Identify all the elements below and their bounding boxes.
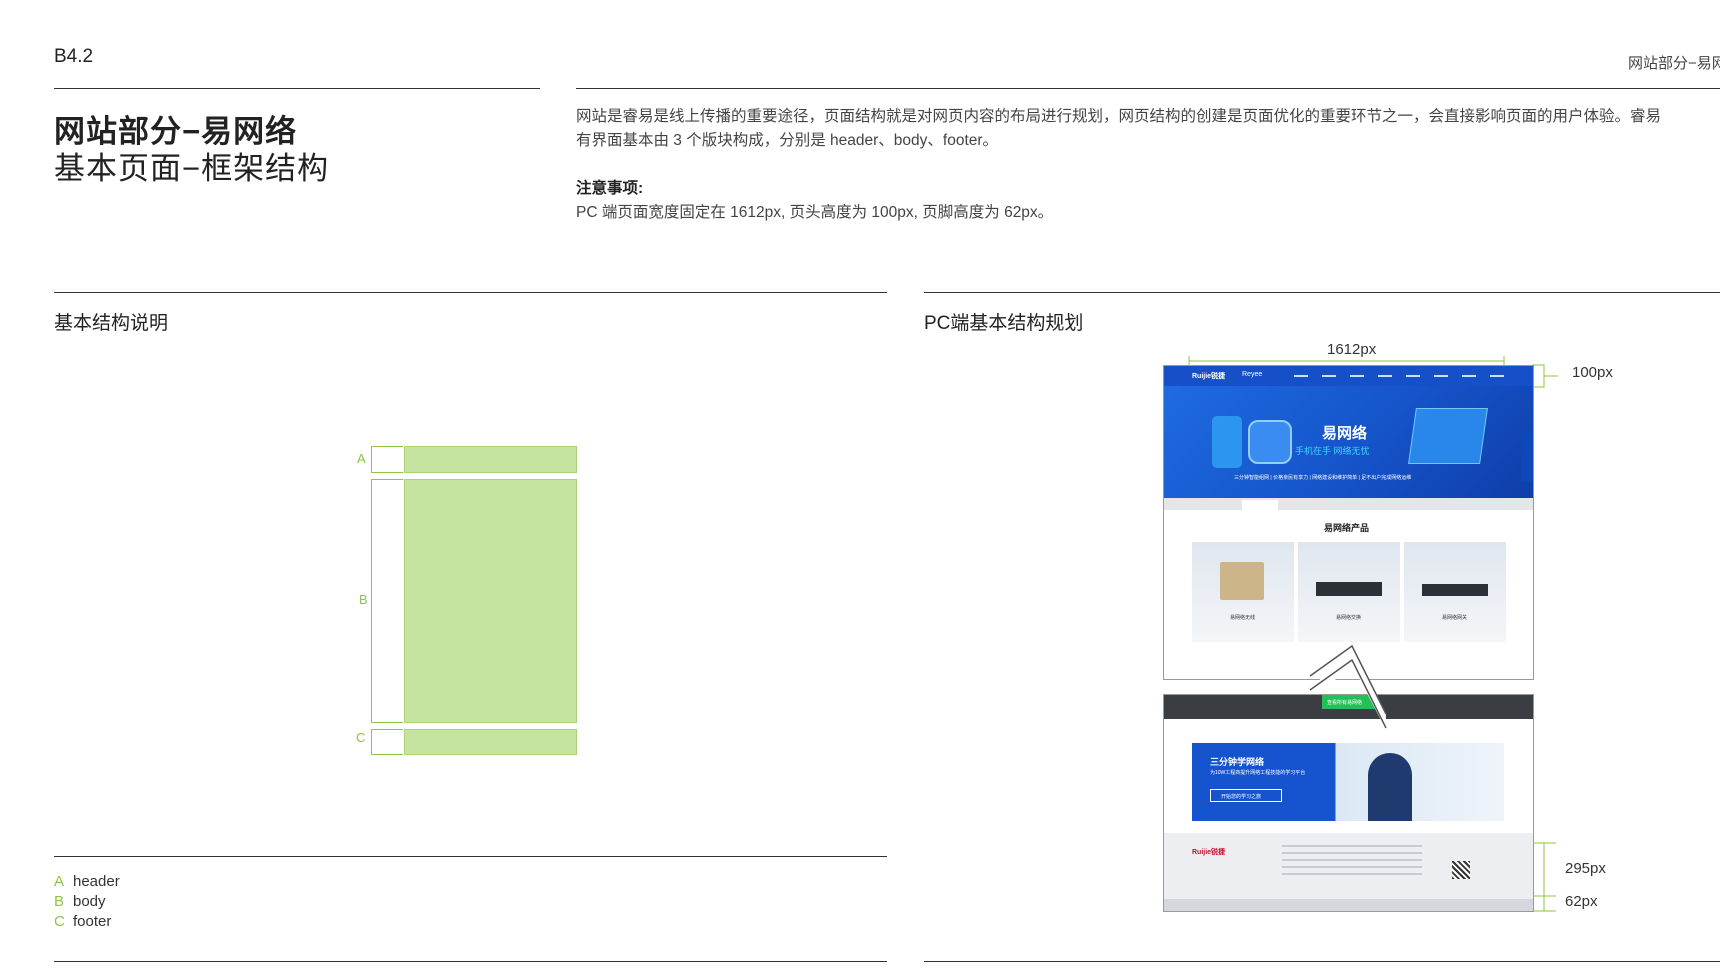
mock-course-button-label: 开始您的学习之旅 [1221,794,1262,800]
mock-hero-features: 三分钟智能组网 | 价格亲民有享力 | 网络建设和维护简单 | 足不出户完成网络… [1234,475,1412,481]
right-section-rule [924,292,1720,293]
legend-item-a: Aheader [54,873,120,890]
note-label: 注意事项: [576,180,644,197]
intro-line-1: 网站是睿易是线上传播的重要途径，页面结构就是对网页内容的布局进行规划，网页结构的… [576,108,1662,125]
product-name-1: 易网络无线 [1230,615,1256,621]
mock-brand: Ruijie锐捷 [1192,373,1226,380]
mock-header-bar: Ruijie锐捷 Reyee [1164,366,1533,386]
header-height-label: 100px [1572,364,1613,381]
right-section-title: PC端基本结构规划 [924,313,1084,334]
product-image-3 [1422,584,1488,596]
bracket-a [371,446,403,473]
intro-line-2: 有界面基本由 3 个版块构成，分别是 header、body、footer。 [576,132,999,149]
product-card-3: 易网络网关 [1404,542,1506,642]
legend-key: A [54,873,65,890]
laptop-shape [1408,408,1488,464]
product-card-2: 易网络交换 [1298,542,1400,642]
product-image-1 [1220,562,1264,600]
mock-footer-bottom-bar [1164,899,1533,911]
bottom-right-rule [924,961,1720,962]
legend-key: B [54,893,65,910]
mock-brand2: Reyee [1242,371,1263,378]
mock-hero-sub: 手机在手 网络无忧 [1295,446,1370,456]
mock-tab-bar [1164,498,1533,510]
header-block [404,446,577,473]
section-label: 网站部分−易网络 [1628,55,1720,72]
legend-text: footer [73,913,112,930]
mock-nav [1294,375,1504,377]
person-figure [1368,753,1412,821]
mock-course-banner: 三分钟学网络 为10W工程商提升网络工程技能的学习平台 开始您的学习之旅 [1192,743,1504,821]
product-name-2: 易网络交换 [1336,615,1362,621]
qr-code-icon [1452,861,1470,879]
bracket-b [371,479,403,723]
app-icon-shape [1248,420,1292,464]
label-c: C [356,730,366,745]
footer-block [404,729,577,755]
product-name-3: 易网络网关 [1442,615,1468,621]
label-b: B [359,592,368,607]
mock-page-top: Ruijie锐捷 Reyee 易网络 手机在手 网络无忧 三分钟智能组网 | 价… [1163,365,1534,680]
footer-block-label: 295px [1565,860,1606,877]
body-block [404,479,577,723]
legend-text: header [73,873,120,890]
label-a: A [357,451,366,466]
product-image-2 [1316,582,1382,596]
left-section-rule [54,292,887,293]
side-toolbar [1521,428,1533,482]
header-height-bracket [1532,364,1558,388]
mock-footer-brand: Ruijie锐捷 [1192,849,1226,856]
legend-rule [54,856,887,857]
legend-item-b: Bbody [54,893,106,910]
phone-shape [1212,416,1242,468]
mock-footer: Ruijie锐捷 [1164,833,1533,911]
legend-key: C [54,913,65,930]
top-left-rule [54,88,540,89]
note-text: PC 端页面宽度固定在 1612px, 页头高度为 100px, 页脚高度为 6… [576,204,1054,221]
mock-course-sub: 为10W工程商提升网络工程技能的学习平台 [1210,770,1306,776]
footer-height-label: 62px [1565,893,1598,910]
page-subtitle: 基本页面−框架结构 [54,151,330,186]
mock-footer-links [1282,845,1422,875]
mock-course-title: 三分钟学网络 [1210,757,1265,767]
product-card-1: 易网络无线 [1192,542,1294,642]
bracket-c [371,729,403,755]
mock-product-title: 易网络产品 [1324,523,1370,533]
page-code: B4.2 [54,46,94,67]
page-break-zigzag [1309,644,1387,730]
mock-active-tab [1242,500,1278,510]
mock-hero-title: 易网络 [1322,425,1368,442]
mock-hero: 易网络 手机在手 网络无忧 三分钟智能组网 | 价格亲民有享力 | 网络建设和维… [1164,386,1533,498]
mock-course-button: 开始您的学习之旅 [1210,789,1282,802]
top-right-rule [576,88,1720,89]
legend-text: body [73,893,106,910]
footer-height-bracket [1532,842,1556,912]
left-section-title: 基本结构说明 [54,313,169,334]
legend-item-c: Cfooter [54,913,111,930]
bottom-left-rule [54,961,887,962]
